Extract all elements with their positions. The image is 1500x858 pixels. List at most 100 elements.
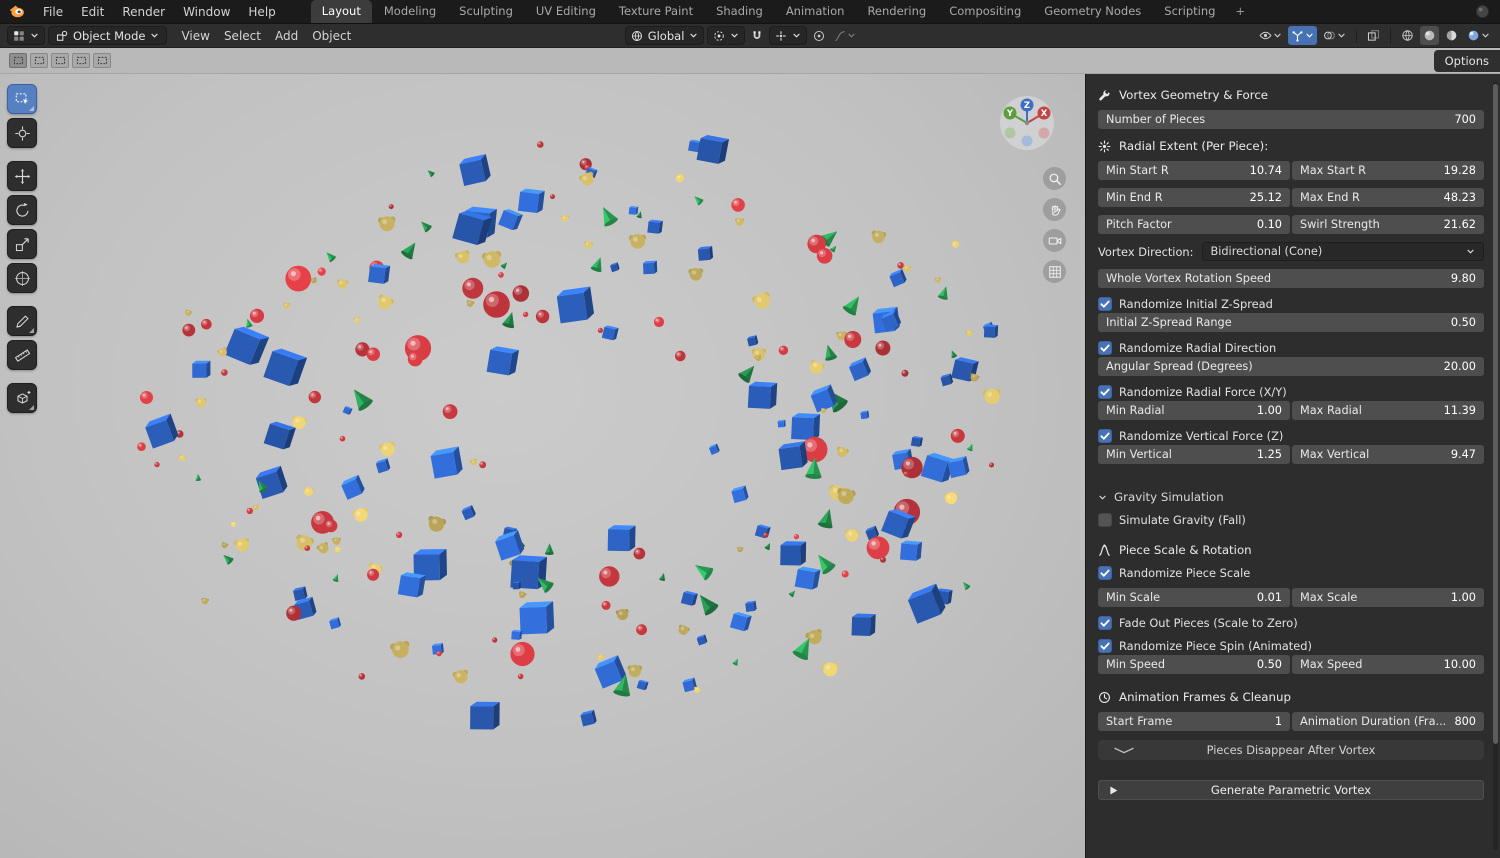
- workspace-tab-texture-paint[interactable]: Texture Paint: [608, 0, 704, 23]
- tool-scale-button[interactable]: [7, 229, 37, 259]
- mode-selector[interactable]: Object Mode: [48, 26, 168, 45]
- checkbox-randomize-initial-z-spread[interactable]: [1098, 297, 1112, 311]
- gizmo-axis-neg-x[interactable]: [1038, 127, 1050, 139]
- menu-window[interactable]: Window: [174, 0, 239, 23]
- field-min-start-r[interactable]: Min Start R 10.74: [1098, 161, 1290, 180]
- tool-rotate-button[interactable]: [7, 195, 37, 225]
- field-max-speed[interactable]: Max Speed 10.00: [1292, 655, 1484, 674]
- workspace-tab-sculpting[interactable]: Sculpting: [448, 0, 524, 23]
- checkbox-randomize-radial-force-x-y[interactable]: [1098, 385, 1112, 399]
- transform-orientation-button[interactable]: Global: [624, 26, 705, 45]
- field-angular-spread-degrees[interactable]: Angular Spread (Degrees) 20.00: [1098, 357, 1484, 376]
- menu-help[interactable]: Help: [239, 0, 284, 23]
- field-min-end-r[interactable]: Min End R 25.12: [1098, 188, 1290, 207]
- select-mode-subtract-button[interactable]: [51, 53, 69, 68]
- add-workspace-button[interactable]: +: [1227, 0, 1253, 23]
- field-max-start-r[interactable]: Max Start R 19.28: [1292, 161, 1484, 180]
- field-min-speed[interactable]: Min Speed 0.50: [1098, 655, 1290, 674]
- shading-material-button[interactable]: [1442, 26, 1461, 45]
- menu-edit[interactable]: Edit: [72, 0, 113, 23]
- panel-header-gravity-simulation[interactable]: Gravity Simulation: [1098, 490, 1484, 504]
- workspace-tab-uv-editing[interactable]: UV Editing: [525, 0, 607, 23]
- workspace-tab-rendering[interactable]: Rendering: [856, 0, 937, 23]
- viewport-menu-add[interactable]: Add: [268, 29, 305, 43]
- shading-wireframe-button[interactable]: [1398, 26, 1417, 45]
- scene-icon[interactable]: [1465, 0, 1500, 23]
- field-min-radial[interactable]: Min Radial 1.00: [1098, 401, 1290, 420]
- editor-type-button[interactable]: [7, 26, 45, 45]
- dropdown-vortex-direction[interactable]: Bidirectional (Cone): [1201, 242, 1484, 261]
- camera-view-button[interactable]: [1043, 229, 1066, 252]
- menu-render[interactable]: Render: [113, 0, 174, 23]
- transform-pivot-button[interactable]: [707, 26, 746, 45]
- zoom-button[interactable]: [1043, 167, 1066, 190]
- tool-add-primitive-button[interactable]: [7, 383, 37, 413]
- select-mode-new-button[interactable]: [9, 53, 27, 68]
- gizmo-axis-neg-y[interactable]: [1004, 127, 1016, 139]
- tool-transform-button[interactable]: [7, 263, 37, 293]
- scrollbar-thumb[interactable]: [1493, 84, 1498, 745]
- field-max-end-r[interactable]: Max End R 48.23: [1292, 188, 1484, 207]
- checkbox-randomize-piece-scale[interactable]: [1098, 566, 1112, 580]
- workspace-tab-modeling[interactable]: Modeling: [373, 0, 447, 23]
- tool-move-button[interactable]: [7, 161, 37, 191]
- proportional-settings-button[interactable]: [831, 26, 859, 45]
- field-swirl-strength[interactable]: Swirl Strength 21.62: [1292, 215, 1484, 234]
- shading-solid-button[interactable]: [1420, 26, 1439, 45]
- object-visibility-button[interactable]: [1256, 26, 1285, 45]
- show-gizmos-button[interactable]: [1288, 26, 1317, 45]
- options-button[interactable]: Options: [1433, 49, 1500, 72]
- field-pitch-factor[interactable]: Pitch Factor 0.10: [1098, 215, 1290, 234]
- checkbox-randomize-radial-direction[interactable]: [1098, 341, 1112, 355]
- field-initial-z-spread-range[interactable]: Initial Z-Spread Range 0.50: [1098, 313, 1484, 332]
- proportional-toggle-button[interactable]: [810, 26, 828, 45]
- field-number-of-pieces[interactable]: Number of Pieces 700: [1098, 110, 1484, 129]
- field-whole-vortex-rotation-speed[interactable]: Whole Vortex Rotation Speed 9.80: [1098, 269, 1484, 288]
- workspace-tab-geometry-nodes[interactable]: Geometry Nodes: [1033, 0, 1152, 23]
- field-start-frame[interactable]: Start Frame 1: [1098, 712, 1290, 731]
- move-icon: [14, 168, 31, 185]
- workspace-tab-compositing[interactable]: Compositing: [938, 0, 1032, 23]
- select-mode-extend-button[interactable]: [30, 53, 48, 68]
- field-max-radial[interactable]: Max Radial 11.39: [1292, 401, 1484, 420]
- toggle-xray-button[interactable]: [1364, 26, 1383, 45]
- select-mode-intersect-button[interactable]: [93, 53, 111, 68]
- viewport-menu-select[interactable]: Select: [217, 29, 268, 43]
- viewport-menu-object[interactable]: Object: [305, 29, 358, 43]
- tool-measure-button[interactable]: [7, 340, 37, 370]
- scene-objects: [137, 134, 1001, 730]
- button-generate-parametric-vortex[interactable]: Generate Parametric Vortex: [1098, 780, 1484, 800]
- workspace-tab-layout[interactable]: Layout: [310, 0, 372, 23]
- viewport-3d[interactable]: [0, 48, 1085, 858]
- workspace-tab-scripting[interactable]: Scripting: [1153, 0, 1226, 23]
- checkbox-randomize-vertical-force-z[interactable]: [1098, 429, 1112, 443]
- checkbox-simulate-gravity-fall[interactable]: [1098, 513, 1112, 527]
- toggle-orthographic-button[interactable]: [1043, 260, 1066, 283]
- tool-annotate-button[interactable]: [7, 306, 37, 336]
- sidebar-scrollbar[interactable]: [1493, 82, 1498, 850]
- select-mode-invert-button[interactable]: [72, 53, 90, 68]
- collapsed-panel-pieces-disappear-after-vortex[interactable]: Pieces Disappear After Vortex: [1098, 740, 1484, 760]
- workspace-tab-shading[interactable]: Shading: [705, 0, 774, 23]
- blender-logo-icon[interactable]: [0, 0, 34, 23]
- viewport-menu-view[interactable]: View: [174, 29, 216, 43]
- field-animation-duration-fra[interactable]: Animation Duration (Fra... 800: [1292, 712, 1484, 731]
- field-min-vertical[interactable]: Min Vertical 1.25: [1098, 445, 1290, 464]
- navigation-gizmo[interactable]: Z Y X: [998, 94, 1056, 155]
- field-min-scale[interactable]: Min Scale 0.01: [1098, 588, 1290, 607]
- pan-button[interactable]: [1043, 198, 1066, 221]
- gizmo-axis-neg-z[interactable]: [1021, 135, 1033, 147]
- field-label: Initial Z-Spread Range: [1106, 316, 1232, 329]
- menu-file[interactable]: File: [34, 0, 72, 23]
- field-max-vertical[interactable]: Max Vertical 9.47: [1292, 445, 1484, 464]
- shading-rendered-button[interactable]: [1464, 26, 1493, 45]
- snap-toggle-button[interactable]: [748, 26, 766, 45]
- show-overlays-button[interactable]: [1320, 26, 1349, 45]
- checkbox-fade-out-pieces-scale-to-zero[interactable]: [1098, 616, 1112, 630]
- snap-settings-button[interactable]: [769, 26, 808, 45]
- tool-select-box-button[interactable]: [7, 84, 37, 114]
- checkbox-randomize-piece-spin-animated[interactable]: [1098, 639, 1112, 653]
- workspace-tab-animation[interactable]: Animation: [775, 0, 856, 23]
- tool-cursor-button[interactable]: [7, 118, 37, 148]
- field-max-scale[interactable]: Max Scale 1.00: [1292, 588, 1484, 607]
